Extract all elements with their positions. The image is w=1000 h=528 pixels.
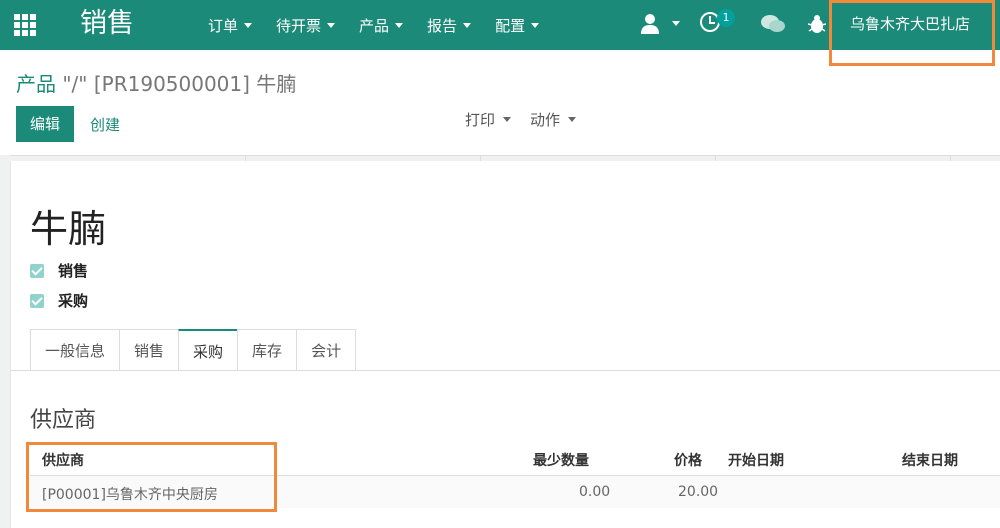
print-dropdown[interactable]: 打印 bbox=[465, 109, 512, 130]
menu-configuration-label: 配置 bbox=[495, 16, 526, 35]
apps-menu-icon[interactable] bbox=[14, 14, 36, 36]
menu-to-invoice-label: 待开票 bbox=[276, 16, 322, 35]
min-qty-cell[interactable]: 0.00 bbox=[579, 484, 610, 500]
checkbox-checked-icon[interactable] bbox=[30, 263, 44, 278]
can-be-purchased-checkbox-row[interactable]: 采购 bbox=[30, 290, 88, 311]
company-switcher[interactable]: 乌鲁木齐大巴扎店 bbox=[850, 13, 970, 34]
column-header-min-qty[interactable]: 最少数量 bbox=[533, 450, 589, 470]
chevron-down-icon bbox=[568, 117, 577, 122]
chat-icon[interactable] bbox=[760, 13, 786, 35]
menu-configuration[interactable]: 配置 bbox=[495, 15, 540, 36]
edit-button[interactable]: 编辑 bbox=[16, 106, 74, 142]
column-header-vendor[interactable]: 供应商 bbox=[42, 450, 84, 470]
debug-icon[interactable] bbox=[808, 14, 826, 34]
top-navbar: 销售 订单 待开票 产品 报告 配置 1 乌鲁木齐大巴扎店 bbox=[0, 0, 1000, 50]
menu-reports-label: 报告 bbox=[427, 16, 458, 35]
checkbox-checked-icon[interactable] bbox=[30, 293, 44, 308]
vendor-cell[interactable]: [P00001]乌鲁木齐中央厨房 bbox=[42, 484, 218, 504]
create-button[interactable]: 创建 bbox=[90, 114, 120, 135]
can-be-sold-label: 销售 bbox=[58, 262, 89, 280]
menu-orders[interactable]: 订单 bbox=[208, 15, 253, 36]
chevron-down-icon[interactable] bbox=[672, 21, 680, 26]
menu-reports[interactable]: 报告 bbox=[427, 15, 472, 36]
chevron-down-icon bbox=[503, 117, 512, 122]
column-header-price[interactable]: 价格 bbox=[674, 450, 702, 470]
breadcrumb-current: "/" [PR190500001] 牛腩 bbox=[62, 72, 297, 96]
can-be-purchased-label: 采购 bbox=[58, 292, 89, 310]
action-dropdown[interactable]: 动作 bbox=[530, 109, 577, 130]
form-tabs: 一般信息 销售 采购 库存 会计 bbox=[30, 329, 357, 371]
vendor-table-header: 供应商 最少数量 价格 开始日期 结束日期 bbox=[30, 440, 1000, 476]
tab-sales[interactable]: 销售 bbox=[119, 329, 179, 371]
chevron-down-icon bbox=[395, 22, 404, 28]
tab-purchase[interactable]: 采购 bbox=[178, 329, 238, 371]
breadcrumb: 产品 "/" [PR190500001] 牛腩 bbox=[16, 68, 296, 97]
tab-general-info[interactable]: 一般信息 bbox=[30, 329, 120, 371]
activity-count-badge: 1 bbox=[717, 9, 735, 27]
chevron-down-icon bbox=[463, 22, 472, 28]
price-cell[interactable]: 20.00 bbox=[678, 484, 718, 500]
menu-orders-label: 订单 bbox=[208, 16, 239, 35]
menu-products[interactable]: 产品 bbox=[359, 15, 404, 36]
tab-accounting[interactable]: 会计 bbox=[296, 329, 357, 371]
print-dropdown-label: 打印 bbox=[465, 111, 496, 129]
action-dropdown-label: 动作 bbox=[530, 111, 561, 129]
breadcrumb-products-link[interactable]: 产品 bbox=[16, 72, 56, 96]
chevron-down-icon bbox=[327, 22, 336, 28]
user-icon[interactable] bbox=[640, 13, 660, 35]
tab-inventory[interactable]: 库存 bbox=[237, 329, 297, 371]
menu-to-invoice[interactable]: 待开票 bbox=[276, 15, 336, 36]
product-name-field: 牛腩 bbox=[30, 207, 107, 251]
chevron-down-icon bbox=[531, 22, 540, 28]
main-menu: 订单 待开票 产品 报告 配置 bbox=[208, 0, 563, 50]
menu-products-label: 产品 bbox=[359, 16, 390, 35]
column-header-start-date[interactable]: 开始日期 bbox=[728, 450, 784, 470]
chevron-down-icon bbox=[244, 22, 253, 28]
vendors-section-title: 供应商 bbox=[30, 408, 97, 433]
app-title: 销售 bbox=[80, 8, 134, 39]
column-header-end-date[interactable]: 结束日期 bbox=[902, 450, 958, 470]
table-row[interactable]: [P00001]乌鲁木齐中央厨房 0.00 20.00 bbox=[30, 476, 1000, 508]
can-be-sold-checkbox-row[interactable]: 销售 bbox=[30, 260, 88, 281]
